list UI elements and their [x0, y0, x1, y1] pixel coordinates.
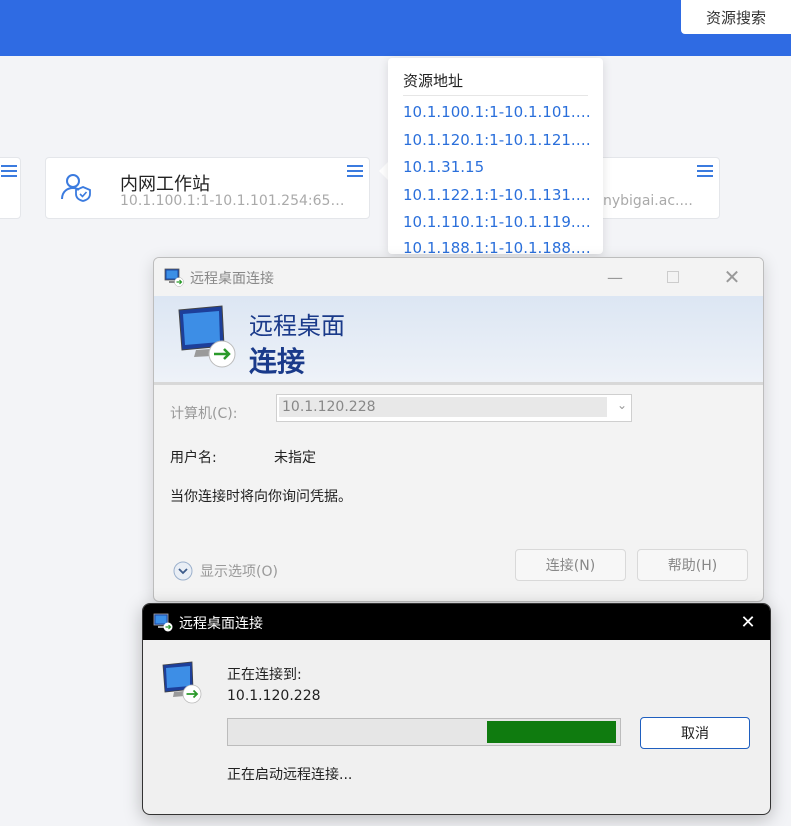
close-button[interactable]: ✕: [709, 258, 755, 296]
username-label: 用户名:: [170, 450, 217, 466]
chevron-down-circle-icon: [173, 561, 193, 581]
top-bar: [0, 0, 791, 56]
divider: [403, 95, 588, 96]
popover-title: 资源地址: [403, 72, 464, 90]
rdp-banner: 远程桌面 连接: [154, 296, 763, 385]
menu-icon[interactable]: [697, 165, 713, 178]
maximize-button[interactable]: [650, 258, 696, 296]
card-subtitle: 10.1.100.1:1-10.1.101.254:655...: [120, 193, 350, 209]
connecting-label: 正在连接到:: [227, 667, 302, 683]
resource-card-intranet-workstation[interactable]: 内网工作站 10.1.100.1:1-10.1.101.254:655...: [45, 157, 370, 219]
address-item[interactable]: 10.1.188.1:1-10.1.188.25: [403, 239, 593, 254]
rdp-monitor-icon: [162, 661, 202, 704]
address-item[interactable]: 10.1.31.15: [403, 158, 593, 176]
show-options-label: 显示选项(O): [200, 564, 278, 580]
connect-button[interactable]: 连接(N): [515, 549, 626, 581]
menu-icon[interactable]: [1, 165, 17, 178]
address-item[interactable]: 10.1.110.1:1-10.1.119.25...: [403, 213, 593, 231]
title-bar[interactable]: 远程桌面连接 — ✕: [154, 258, 763, 296]
chevron-down-icon[interactable]: ⌄: [617, 398, 627, 412]
resource-address-popover: 资源地址 10.1.100.1:1-10.1.101.25... 10.1.12…: [388, 58, 603, 254]
computer-label: 计算机(C):: [170, 406, 238, 422]
computer-value: 10.1.120.228: [279, 397, 607, 417]
rdp-app-icon: [164, 268, 184, 287]
computer-combobox[interactable]: 10.1.120.228 ⌄: [276, 394, 632, 422]
username-value: 未指定: [274, 450, 316, 466]
credentials-note: 当你连接时将向你询问凭据。: [170, 489, 352, 505]
show-options-button[interactable]: 显示选项(O): [173, 559, 278, 583]
title-bar[interactable]: 远程桌面连接 ✕: [143, 604, 770, 640]
banner-title-line1: 远程桌面: [249, 312, 345, 340]
connecting-dialog: 远程桌面连接 ✕ 正在连接到: 10.1.120.228 取消 正在启动远程连接…: [142, 603, 771, 815]
address-item[interactable]: 10.1.100.1:1-10.1.101.25...: [403, 103, 593, 121]
status-text: 正在启动远程连接...: [227, 767, 353, 783]
address-item[interactable]: 10.1.122.1:1-10.1.131.25...: [403, 186, 593, 204]
rdp-monitor-icon: [178, 305, 236, 368]
rdp-dialog: 远程桌面连接 — ✕ 远程桌面 连接 计算机(C): 10.1.120.228 …: [153, 257, 764, 602]
minimize-button[interactable]: —: [592, 258, 638, 296]
menu-icon[interactable]: [347, 165, 363, 178]
rdp-app-icon: [153, 613, 173, 632]
card-subtitle: nybigai.ac....: [603, 193, 693, 209]
banner-title-line2: 连接: [249, 345, 306, 378]
user-shield-icon: [61, 174, 91, 202]
address-item[interactable]: 10.1.120.1:1-10.1.121.25...: [403, 131, 593, 149]
cancel-button[interactable]: 取消: [640, 717, 750, 749]
window-title: 远程桌面连接: [190, 271, 274, 287]
close-button[interactable]: ✕: [728, 604, 768, 640]
connecting-address: 10.1.120.228: [227, 688, 321, 704]
window-title: 远程桌面连接: [179, 616, 263, 632]
help-button[interactable]: 帮助(H): [637, 549, 748, 581]
connection-progress-bar: [227, 718, 621, 746]
progress-fill: [486, 721, 617, 743]
resource-card-partial-left[interactable]: [0, 157, 21, 219]
resource-search-button[interactable]: 资源搜索: [681, 0, 791, 34]
